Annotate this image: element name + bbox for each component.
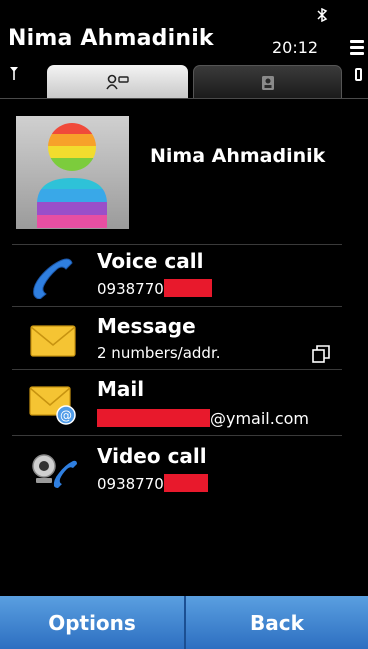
envelope-icon [28, 318, 78, 362]
bluetooth-icon [316, 7, 328, 26]
voice-call-number: 0938770 [97, 279, 212, 298]
multiple-copies-icon [312, 345, 330, 367]
clock: 20:12 [272, 38, 319, 57]
tab-contact-card[interactable] [193, 65, 342, 99]
voice-call-label: Voice call [97, 249, 204, 273]
message-detail: 2 numbers/addr. [97, 344, 221, 362]
tab-divider [0, 98, 368, 99]
contact-card-icon [261, 75, 274, 90]
phone-handset-icon [28, 255, 78, 300]
signal-icon [9, 66, 19, 84]
mail-address: @ymail.com [97, 409, 309, 428]
video-call-label: Video call [97, 444, 207, 468]
redaction-mark [97, 409, 210, 427]
redaction-mark [163, 279, 212, 297]
battery-icon [355, 68, 362, 81]
app-title: Nima Ahmadinik [8, 26, 214, 51]
contact-avatar [16, 116, 129, 229]
back-button[interactable]: Back [186, 596, 368, 649]
svg-text:@: @ [60, 409, 72, 423]
rainbow-person-icon [37, 123, 107, 228]
menu-icon[interactable] [350, 40, 364, 58]
contact-details-icon [105, 74, 129, 90]
phone-screen: Nima Ahmadinik 20:12 Nima Ahmadinik Voic… [0, 0, 368, 649]
list-divider [12, 435, 342, 436]
softkey-bar: Options Back [0, 596, 368, 649]
video-call-number: 0938770 [97, 474, 208, 493]
email-at-icon: @ [28, 381, 78, 425]
tab-contact-details[interactable] [47, 65, 188, 99]
mail-label: Mail [97, 377, 145, 401]
options-button[interactable]: Options [0, 596, 184, 649]
message-label: Message [97, 314, 196, 338]
list-divider [12, 369, 342, 370]
message-item[interactable]: Message 2 numbers/addr. [0, 308, 368, 368]
video-call-item[interactable]: Video call 0938770 [0, 438, 368, 498]
voice-call-item[interactable]: Voice call 0938770 [0, 245, 368, 305]
list-divider [12, 306, 342, 307]
redaction-mark [163, 474, 208, 492]
contact-name: Nima Ahmadinik [150, 145, 326, 167]
video-call-icon [28, 448, 78, 492]
mail-item[interactable]: @ Mail @ymail.com [0, 371, 368, 431]
